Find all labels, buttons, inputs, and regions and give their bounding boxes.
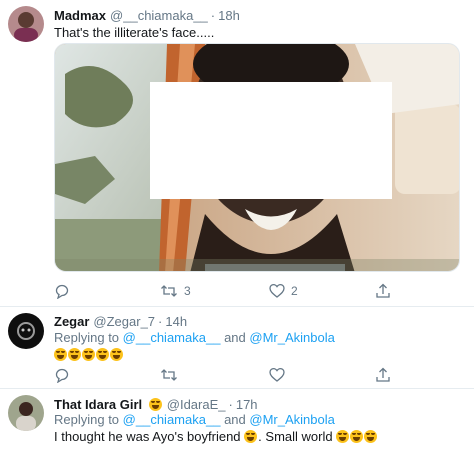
share-button[interactable] [375, 282, 391, 300]
laughing-emoji-icon [110, 348, 123, 361]
user-handle[interactable]: @Zegar_7 [93, 314, 155, 329]
dot-separator: · [228, 397, 233, 412]
share-button[interactable] [375, 366, 391, 384]
avatar[interactable] [8, 6, 44, 42]
tweet-divider [0, 306, 474, 307]
tweet-text: I thought he was Ayo's boyfriend . Small… [54, 429, 378, 444]
reply-icon [55, 284, 69, 299]
user-handle[interactable]: @IdaraE_ [167, 397, 226, 412]
timestamp[interactable]: 17h [236, 397, 258, 412]
dot-separator: · [158, 314, 163, 329]
display-name[interactable]: That Idara Girl [54, 397, 142, 412]
tweet-text-part: I thought he was Ayo's boyfriend [54, 429, 241, 444]
tweet-photo[interactable] [54, 43, 460, 272]
timestamp[interactable]: 14h [165, 314, 187, 329]
retweet-icon [161, 369, 177, 381]
mention-link[interactable]: @Mr_Akinbola [249, 412, 334, 427]
tweet-text [54, 347, 124, 362]
reply-button[interactable] [54, 366, 70, 384]
tweet-actions [54, 366, 414, 386]
retweet-button[interactable] [160, 366, 178, 384]
laughing-emoji-icon [244, 430, 258, 443]
avatar[interactable] [8, 313, 44, 349]
mention-link[interactable]: @Mr_Akinbola [249, 330, 334, 345]
tweet-actions: 3 2 [54, 282, 414, 302]
mention-link[interactable]: @__chiamaka__ [123, 330, 221, 345]
like-button[interactable] [269, 366, 285, 384]
avatar[interactable] [8, 395, 44, 431]
share-icon [376, 367, 390, 382]
like-button[interactable]: 2 [269, 282, 298, 300]
share-icon [376, 283, 390, 298]
like-icon [269, 283, 285, 298]
retweet-icon [161, 285, 177, 297]
yum-emoji-icon [148, 398, 162, 411]
laughing-emoji-icon [68, 348, 81, 361]
tweet-divider [0, 388, 474, 389]
mention-link[interactable]: @__chiamaka__ [123, 412, 221, 427]
tweet-header: That Idara Girl @IdaraE_ · 17h [54, 397, 258, 412]
laughing-emoji-icon [364, 430, 378, 443]
censor-box [150, 82, 392, 199]
tweet-header: Zegar @Zegar_7 · 14h [54, 314, 187, 329]
tweet-text: That's the illiterate's face..... [54, 25, 215, 40]
replying-and: and [224, 412, 246, 427]
replying-to: Replying to @__chiamaka__ and @Mr_Akinbo… [54, 330, 335, 345]
laughing-emoji-icon [336, 430, 350, 443]
dot-separator: · [210, 8, 216, 23]
replying-to-label: Replying to [54, 412, 120, 427]
reply-icon [55, 368, 69, 383]
display-name[interactable]: Madmax [54, 8, 106, 23]
replying-to-label: Replying to [54, 330, 120, 345]
user-handle[interactable]: @__chiamaka__ [110, 8, 208, 23]
laughing-emoji-icon [82, 348, 95, 361]
like-icon [269, 367, 285, 382]
reply-button[interactable] [54, 282, 70, 300]
tweet-header: Madmax @__chiamaka__ · 18h [54, 8, 240, 23]
retweet-count: 3 [184, 284, 191, 298]
laughing-emoji-icon [350, 430, 364, 443]
timestamp[interactable]: 18h [218, 8, 240, 23]
laughing-emoji-icon [54, 348, 67, 361]
retweet-button[interactable]: 3 [160, 282, 191, 300]
display-name[interactable]: Zegar [54, 314, 89, 329]
replying-and: and [224, 330, 246, 345]
tweet-text-part: . Small world [258, 429, 333, 444]
replying-to: Replying to @__chiamaka__ and @Mr_Akinbo… [54, 412, 335, 427]
laughing-emoji-icon [96, 348, 109, 361]
like-count: 2 [291, 284, 298, 298]
